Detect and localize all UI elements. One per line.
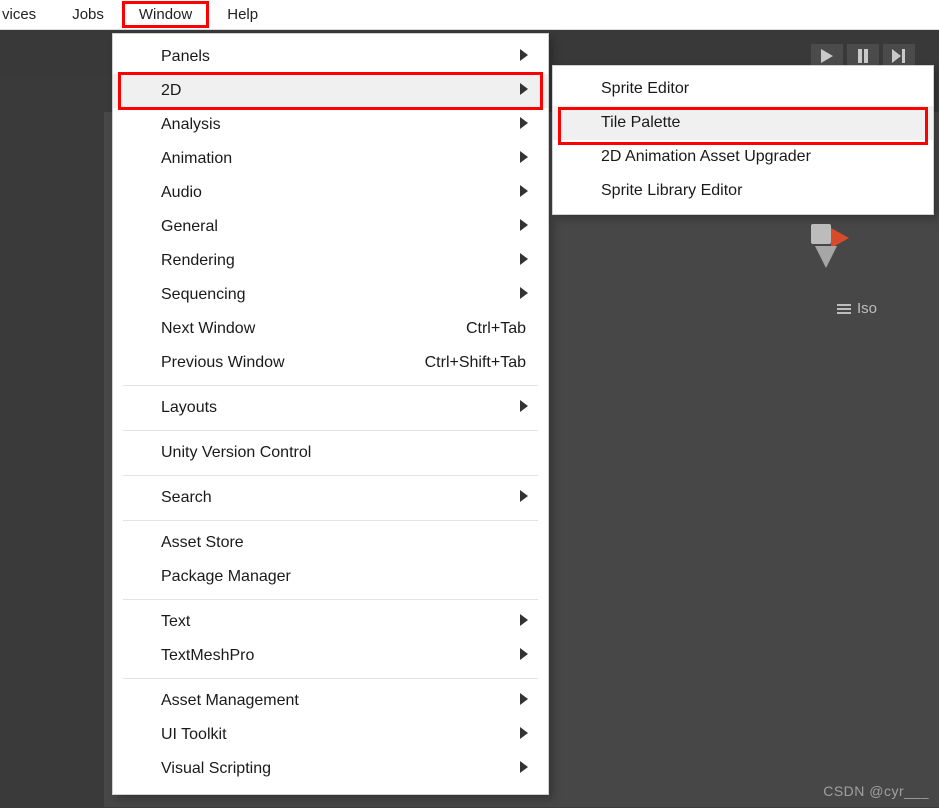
menu-item-next-window[interactable]: Next Window Ctrl+Tab: [113, 312, 548, 346]
submenu-2d-dropdown: Sprite Editor Tile Palette 2D Animation …: [552, 65, 934, 215]
scene-projection-label[interactable]: Iso: [837, 300, 877, 317]
menu-item-label: Search: [161, 489, 212, 507]
menu-item-previous-window[interactable]: Previous Window Ctrl+Shift+Tab: [113, 346, 548, 380]
menu-shortcut: Ctrl+Tab: [466, 320, 526, 338]
submenu-item-sprite-editor[interactable]: Sprite Editor: [553, 72, 933, 106]
menu-item-label: Audio: [161, 184, 202, 202]
menu-item-label: 2D: [161, 82, 181, 100]
menu-shortcut: Ctrl+Shift+Tab: [425, 354, 526, 372]
chevron-right-icon: [520, 286, 528, 304]
menu-separator: [123, 520, 538, 521]
menu-item-rendering[interactable]: Rendering: [113, 244, 548, 278]
chevron-right-icon: [520, 726, 528, 744]
menu-item-label: Rendering: [161, 252, 235, 270]
chevron-right-icon: [520, 647, 528, 665]
menu-item-label: UI Toolkit: [161, 726, 227, 744]
chevron-right-icon: [520, 218, 528, 236]
menu-item-label: 2D Animation Asset Upgrader: [601, 148, 811, 166]
menu-item-label: Sprite Editor: [601, 80, 689, 98]
chevron-right-icon: [520, 760, 528, 778]
menu-item-label: Previous Window: [161, 354, 285, 372]
menu-item-label: Next Window: [161, 320, 255, 338]
chevron-right-icon: [520, 184, 528, 202]
menu-item-text[interactable]: Text: [113, 605, 548, 639]
menu-item-unity-version-control[interactable]: Unity Version Control: [113, 436, 548, 470]
gizmo-axis-down-icon: [815, 246, 837, 268]
scene-orientation-gizmo[interactable]: [777, 218, 867, 308]
menu-item-2d[interactable]: 2D: [113, 74, 548, 108]
window-menu-dropdown: Panels 2D Analysis Animation Audio Gener…: [112, 33, 549, 795]
menu-item-label: Visual Scripting: [161, 760, 271, 778]
gizmo-axis-x-icon: [831, 228, 849, 248]
menu-item-label: TextMeshPro: [161, 647, 254, 665]
step-icon: [892, 49, 906, 63]
menu-item-label: Animation: [161, 150, 232, 168]
menu-item-label: Panels: [161, 48, 210, 66]
chevron-right-icon: [520, 613, 528, 631]
menu-item-package-manager[interactable]: Package Manager: [113, 560, 548, 594]
menu-item-audio[interactable]: Audio: [113, 176, 548, 210]
menu-item-label: Unity Version Control: [161, 444, 311, 462]
menu-separator: [123, 475, 538, 476]
menu-item-animation[interactable]: Animation: [113, 142, 548, 176]
menu-item-ui-toolkit[interactable]: UI Toolkit: [113, 718, 548, 752]
chevron-right-icon: [520, 150, 528, 168]
menu-item-label: Package Manager: [161, 568, 291, 586]
menu-item-label: Layouts: [161, 399, 217, 417]
menubar-item-services-partial[interactable]: vices: [0, 0, 54, 29]
menu-separator: [123, 678, 538, 679]
watermark-text: CSDN @cyr___: [823, 783, 929, 799]
chevron-right-icon: [520, 116, 528, 134]
main-menubar: vices Jobs Window Help: [0, 0, 939, 30]
menu-item-analysis[interactable]: Analysis: [113, 108, 548, 142]
gizmo-center-cube: [811, 224, 831, 244]
menu-item-label: Asset Store: [161, 534, 244, 552]
submenu-item-2d-animation-asset-upgrader[interactable]: 2D Animation Asset Upgrader: [553, 140, 933, 174]
chevron-right-icon: [520, 692, 528, 710]
menu-item-label: Asset Management: [161, 692, 299, 710]
hamburger-icon: [837, 304, 851, 314]
menu-item-asset-management[interactable]: Asset Management: [113, 684, 548, 718]
menu-item-search[interactable]: Search: [113, 481, 548, 515]
menu-item-visual-scripting[interactable]: Visual Scripting: [113, 752, 548, 786]
menu-item-label: General: [161, 218, 218, 236]
menu-separator: [123, 599, 538, 600]
chevron-right-icon: [520, 252, 528, 270]
chevron-right-icon: [520, 48, 528, 66]
menubar-item-window[interactable]: Window: [122, 1, 209, 28]
left-panel-strip: [0, 106, 104, 808]
menubar-item-help[interactable]: Help: [209, 0, 276, 29]
pause-icon: [857, 49, 869, 63]
menu-item-label: Analysis: [161, 116, 221, 134]
menu-item-label: Sequencing: [161, 286, 246, 304]
chevron-right-icon: [520, 399, 528, 417]
menu-item-layouts[interactable]: Layouts: [113, 391, 548, 425]
chevron-right-icon: [520, 82, 528, 100]
menu-item-asset-store[interactable]: Asset Store: [113, 526, 548, 560]
menu-item-panels[interactable]: Panels: [113, 40, 548, 74]
menu-item-sequencing[interactable]: Sequencing: [113, 278, 548, 312]
menubar-item-jobs[interactable]: Jobs: [54, 0, 122, 29]
play-icon: [821, 49, 833, 63]
menu-item-label: Tile Palette: [601, 114, 680, 132]
menu-item-label: Sprite Library Editor: [601, 182, 742, 200]
menu-item-label: Text: [161, 613, 190, 631]
menu-separator: [123, 385, 538, 386]
iso-text: Iso: [857, 300, 877, 317]
submenu-item-tile-palette[interactable]: Tile Palette: [553, 106, 933, 140]
chevron-right-icon: [520, 489, 528, 507]
menu-separator: [123, 430, 538, 431]
submenu-item-sprite-library-editor[interactable]: Sprite Library Editor: [553, 174, 933, 208]
menu-item-general[interactable]: General: [113, 210, 548, 244]
menu-item-textmeshpro[interactable]: TextMeshPro: [113, 639, 548, 673]
